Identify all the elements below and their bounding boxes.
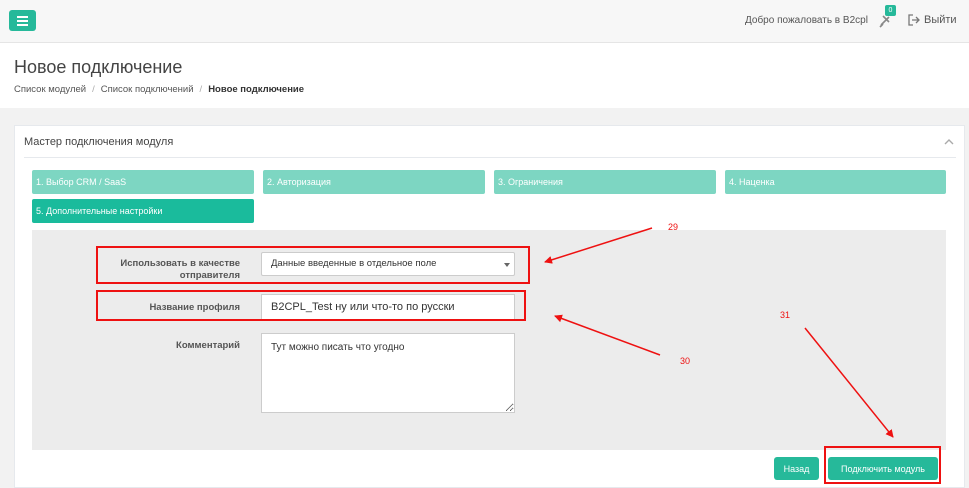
step-authorization[interactable]: 2. Авторизация — [263, 170, 485, 194]
comment-textarea[interactable]: Тут можно писать что угодно — [261, 333, 515, 413]
step-markup[interactable]: 4. Наценка — [725, 170, 946, 194]
panel-title: Мастер подключения модуля — [24, 136, 174, 148]
annotation-number-31: 31 — [780, 310, 791, 320]
breadcrumb-modules-link[interactable]: Список модулей — [14, 84, 86, 95]
logout-link[interactable]: Выйти — [924, 14, 957, 26]
sign-out-icon — [908, 14, 920, 26]
menu-toggle-button[interactable] — [9, 10, 36, 31]
breadcrumb: Список модулей / Список подключений / Новое … — [14, 84, 305, 95]
page-title: Новое подключение — [14, 57, 183, 77]
comment-label: Комментарий — [176, 340, 240, 351]
chevron-up-icon[interactable] — [944, 138, 954, 146]
panel-divider — [24, 157, 956, 158]
welcome-text: Добро пожаловать в B2cpl — [745, 15, 868, 26]
step-crm-saas[interactable]: 1. Выбор CRM / SaaS — [32, 170, 254, 194]
annotation-number-30: 30 — [680, 356, 691, 366]
breadcrumb-connections-link[interactable]: Список подключений — [101, 84, 194, 95]
hamburger-icon — [17, 16, 28, 18]
annotation-box-profile — [96, 290, 526, 321]
step-additional-settings[interactable]: 5. Дополнительные настройки — [32, 199, 254, 223]
notification-badge: 0 — [885, 5, 896, 16]
annotation-box-sender — [96, 246, 530, 284]
step-restrictions[interactable]: 3. Ограничения — [494, 170, 716, 194]
back-button[interactable]: Назад — [774, 457, 819, 480]
annotation-box-connect — [824, 446, 941, 484]
annotation-number-29: 29 — [668, 222, 679, 232]
breadcrumb-current: Новое подключение — [208, 84, 305, 95]
